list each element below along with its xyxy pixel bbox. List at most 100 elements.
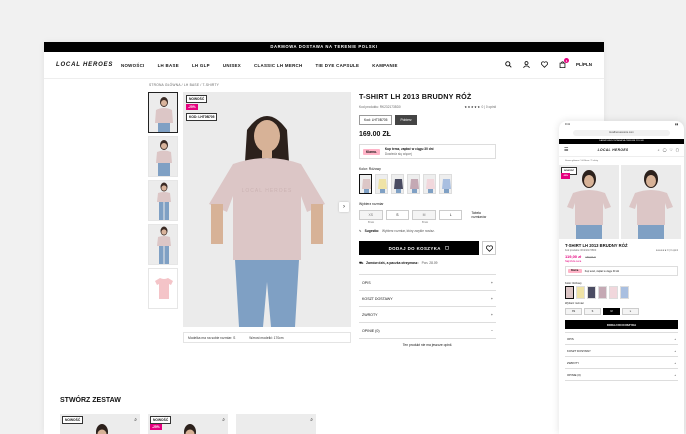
add-to-cart-button[interactable]: DODAJ DO KOSZYKA ▢ bbox=[359, 241, 479, 255]
color-swatch[interactable] bbox=[576, 286, 585, 299]
copy-code-button[interactable]: Pobierz bbox=[395, 115, 417, 125]
color-swatch[interactable] bbox=[359, 174, 372, 194]
promo-bar: DARMOWA DOSTAWA NA TERENIE POLSKI bbox=[44, 42, 604, 52]
thumbnail[interactable] bbox=[148, 136, 178, 177]
menu-item-tie-dye[interactable]: TIE DYE CAPSULE bbox=[315, 63, 359, 68]
mobile-rating[interactable]: ★★★★★ 0 | 0 opinii bbox=[656, 249, 678, 252]
klarna-logo: Klarna. bbox=[363, 148, 380, 155]
accordion-label: ZWROTY bbox=[362, 312, 378, 317]
color-swatch[interactable] bbox=[620, 286, 629, 299]
accordion-description[interactable]: OPIS + bbox=[359, 275, 496, 291]
cart-icon[interactable]: ▢ bbox=[676, 148, 679, 152]
combo-cards: NOWOŚĆ ⌕ NOWOŚĆ -25% ⌕ ⌕ bbox=[60, 414, 316, 434]
size-option-xs[interactable]: XS bbox=[565, 308, 582, 315]
klarna-banner[interactable]: Klarna. Kup teraz, zapłać w ciągu 30 dni… bbox=[359, 144, 496, 159]
size-option-s[interactable]: S bbox=[584, 308, 601, 315]
hamburger-icon[interactable]: ☰ bbox=[564, 147, 568, 153]
main-product-image[interactable]: LOCAL HEROES NOWOŚĆ -25% KOD: LHT0B705 bbox=[183, 92, 351, 327]
heart-icon[interactable]: ♡ bbox=[670, 148, 673, 152]
currency-selector[interactable]: PL/PLN bbox=[576, 62, 592, 67]
shipping-date: Pon. 28.09 bbox=[421, 261, 438, 265]
mobile-accordion: OPIS + KOSZT DOSTAWY + ZWROTY + OPINIE (0) + bbox=[565, 332, 678, 381]
discount-code-chip[interactable]: Kod: LHT0B705 bbox=[359, 115, 393, 125]
thumbnail[interactable] bbox=[148, 224, 178, 265]
mobile-product-title: T-SHIRT LH 2013 BRUDNY RÓŻ bbox=[565, 243, 628, 248]
menu-item-campaigns[interactable]: KAMPANIE bbox=[372, 63, 398, 68]
color-swatch[interactable] bbox=[423, 174, 436, 194]
cart-count-badge: 1 bbox=[563, 58, 569, 63]
combo-card[interactable]: ⌕ bbox=[236, 414, 316, 434]
size-option-m[interactable]: M bbox=[412, 210, 436, 220]
color-swatch[interactable] bbox=[609, 286, 618, 299]
mobile-logo[interactable]: LOCAL HEROES bbox=[598, 148, 629, 152]
review-count[interactable]: 0 | 0 opinii bbox=[482, 105, 496, 109]
zoom-icon[interactable]: ⌕ bbox=[310, 417, 313, 423]
menu-item-lh-base[interactable]: LH BASE bbox=[158, 63, 179, 68]
size-option-l[interactable]: L bbox=[438, 210, 463, 220]
plus-icon: + bbox=[674, 372, 676, 377]
size-note bbox=[386, 220, 410, 224]
accordion-reviews[interactable]: OPINIE (0) − bbox=[359, 323, 496, 339]
cart-icon[interactable]: 1 bbox=[558, 58, 569, 69]
accordion-returns[interactable]: ZWROTY + bbox=[359, 307, 496, 323]
address-bar[interactable]: localheroesstore.com bbox=[573, 130, 670, 136]
wishlist-button[interactable] bbox=[482, 241, 496, 255]
size-option-xs[interactable]: XS bbox=[359, 210, 383, 220]
mobile-klarna-banner[interactable]: Klarna. Kup teraz, zapłać w ciągu 30 dni bbox=[565, 266, 678, 276]
color-swatch[interactable] bbox=[598, 286, 607, 299]
svg-text:LOCAL HEROES: LOCAL HEROES bbox=[242, 188, 293, 194]
accordion-returns[interactable]: ZWROTY + bbox=[565, 357, 678, 369]
mobile-product-image[interactable]: NOWOŚĆ -25% bbox=[559, 165, 619, 239]
chevron-right-icon: › bbox=[343, 204, 345, 210]
search-icon[interactable] bbox=[504, 60, 513, 69]
shipping-label: Zamów dziś, a paczka otrzymasz: bbox=[366, 261, 419, 265]
mobile-size-selector: XS S M L bbox=[559, 306, 684, 317]
color-swatch[interactable] bbox=[439, 174, 452, 194]
accordion-description[interactable]: OPIS + bbox=[565, 333, 678, 345]
mobile-size-label: Wybierz rozmiar bbox=[565, 302, 584, 305]
mobile-gallery[interactable]: NOWOŚĆ -25% bbox=[559, 165, 684, 239]
user-icon[interactable]: ◯ bbox=[663, 148, 667, 152]
color-swatch[interactable] bbox=[407, 174, 420, 194]
next-image-button[interactable]: › bbox=[339, 202, 349, 212]
combo-card[interactable]: NOWOŚĆ ⌕ bbox=[60, 414, 140, 434]
accordion-reviews[interactable]: OPINIE (0) + bbox=[565, 369, 678, 381]
size-note: Brak bbox=[367, 220, 375, 224]
breadcrumb: STRONA GŁÓWNA / LH BASE / T-SHIRTY bbox=[149, 83, 220, 87]
mobile-product-image[interactable] bbox=[621, 165, 681, 239]
menu-item-classic[interactable]: CLASSIC LH MERCH bbox=[254, 63, 302, 68]
size-chart-link[interactable]: Tabela rozmiarów bbox=[471, 211, 496, 219]
user-icon[interactable] bbox=[522, 60, 531, 69]
search-icon[interactable]: ⌕ bbox=[658, 148, 660, 152]
size-option-m[interactable]: M bbox=[603, 308, 620, 315]
zoom-icon[interactable]: ⌕ bbox=[222, 417, 225, 423]
color-swatch[interactable] bbox=[375, 174, 388, 194]
color-swatch[interactable] bbox=[565, 286, 574, 299]
thumbnail[interactable] bbox=[148, 92, 178, 133]
combo-card[interactable]: NOWOŚĆ -25% ⌕ bbox=[148, 414, 228, 434]
product-price: 169.00 ZŁ bbox=[359, 131, 391, 138]
thumbnail[interactable] bbox=[148, 268, 178, 309]
heart-icon[interactable] bbox=[540, 60, 549, 69]
mobile-breadcrumb: Strona główna / LH Base / T-shirty bbox=[565, 160, 599, 162]
size-option-s[interactable]: S bbox=[385, 210, 410, 220]
color-swatch[interactable] bbox=[391, 174, 404, 194]
menu-item-unisex[interactable]: UNISEX bbox=[223, 63, 241, 68]
color-swatch[interactable] bbox=[587, 286, 596, 299]
accordion-shipping-cost[interactable]: KOSZT DOSTAWY + bbox=[565, 345, 678, 357]
size-selector: XS S M L Tabela rozmiarów bbox=[359, 210, 496, 220]
menu-item-lh-glp[interactable]: LH GLP bbox=[192, 63, 210, 68]
logo[interactable]: LOCAL HEROES bbox=[56, 62, 121, 68]
menu-item-new[interactable]: NOWOŚCI bbox=[121, 63, 145, 68]
mobile-add-to-cart-button[interactable]: DODAJ DO KOSZYKA bbox=[565, 320, 678, 329]
thumbnail[interactable] bbox=[148, 180, 178, 221]
size-option-l[interactable]: L bbox=[622, 308, 639, 315]
accordion-shipping-cost[interactable]: KOSZT DOSTAWY + bbox=[359, 291, 496, 307]
model-size-text: Modelka ma na sobie rozmiar: S bbox=[188, 335, 236, 340]
klarna-link[interactable]: Dowiedz się więcej bbox=[385, 152, 434, 156]
zoom-icon[interactable]: ⌕ bbox=[134, 417, 137, 423]
size-note bbox=[440, 220, 464, 224]
plus-icon: + bbox=[490, 280, 493, 285]
color-label: Kolor: Różowy bbox=[359, 167, 381, 171]
rating-stars[interactable]: ★★★★★ bbox=[464, 105, 480, 109]
